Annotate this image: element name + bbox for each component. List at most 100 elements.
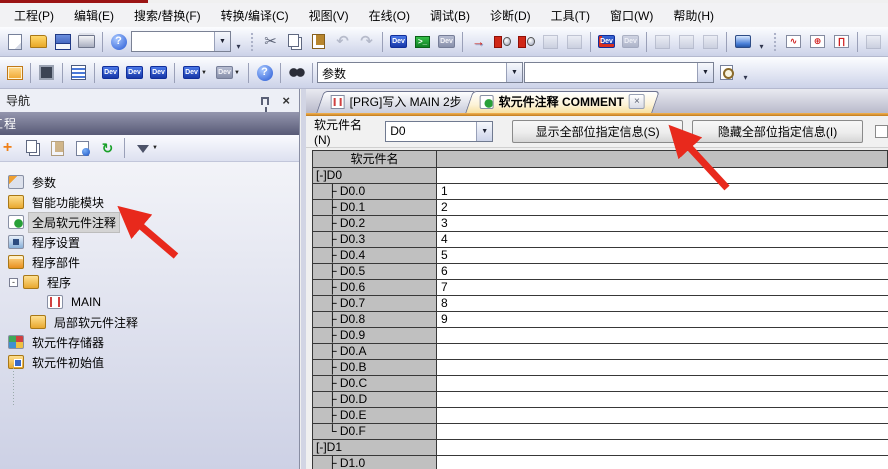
device-name-cell[interactable]: ├ D0.3 [313,232,437,247]
menu-item-2[interactable]: 搜索/替换(F) [124,3,211,28]
cross-reference-button[interactable] [285,61,308,84]
comment-cell[interactable]: 9 [437,312,888,327]
device-monitor-button[interactable]: Dev [595,30,618,53]
sampling-trace-button[interactable] [862,30,885,53]
option-checkbox[interactable] [875,125,888,138]
write-verify-button[interactable] [515,30,538,53]
device-name-cell[interactable]: ├ D0.D [313,392,437,407]
device-name-cell[interactable]: ├ D0.0 [313,184,437,199]
comment-cell[interactable] [437,376,888,391]
monitor-wave-button[interactable]: ∿ [782,30,805,53]
statement-list-button[interactable] [67,61,90,84]
menu-item-8[interactable]: 工具(T) [541,3,600,28]
device-name-cell[interactable]: ├ D0.E [313,408,437,423]
device-find-button[interactable]: Dev [387,30,410,53]
tree-item-main[interactable]: MAIN [0,292,298,312]
menu-item-0[interactable]: 工程(P) [4,3,64,28]
monitor-crosshair-button[interactable]: ⊕ [806,30,829,53]
comment-cell[interactable]: 5 [437,248,888,263]
comment-cell[interactable]: 1 [437,184,888,199]
display-target-button[interactable] [715,61,738,84]
condition-combo[interactable]: ▼ [524,62,714,83]
comment-cell[interactable]: 8 [437,296,888,311]
toolbar2-overflow[interactable]: ▾ [739,61,752,84]
tree-item-local-device-comment[interactable]: 局部软元件注释 [0,312,298,332]
tree-item-parameter[interactable]: 参数 [0,172,298,192]
device-name-cell[interactable]: ├ D0.B [313,360,437,375]
tree-item-program[interactable]: -程序 [0,272,298,292]
read-from-plc-button[interactable] [491,30,514,53]
menu-item-6[interactable]: 调试(B) [420,3,480,28]
chevron-down-icon[interactable]: ▼ [697,63,713,82]
nav-add-button[interactable]: + [0,137,19,160]
monitor-pulse-button[interactable]: ∏ [830,30,853,53]
comment-cell[interactable] [437,440,888,455]
device-name-cell[interactable]: ├ D0.8 [313,312,437,327]
device-name-cell[interactable]: ├ D0.A [313,344,437,359]
device-comment-button[interactable]: Dev [99,61,122,84]
tree-item-global-device-comment[interactable]: 全局软元件注释 [0,212,298,232]
menu-item-1[interactable]: 编辑(E) [64,3,124,28]
program-check-button[interactable] [675,30,698,53]
tree-item-pou[interactable]: 程序部件 [0,252,298,272]
new-project-button[interactable] [3,30,26,53]
device-name-cell[interactable]: ├ D1.0 [313,456,437,469]
comment-cell[interactable]: 7 [437,280,888,295]
nav-paste-button[interactable] [46,137,69,160]
remote-operation-button[interactable] [731,30,754,53]
tree-item-device-initial-value[interactable]: 软元件初始值 [0,352,298,372]
tree-item-program-setting[interactable]: 程序设置 [0,232,298,252]
comment-cell[interactable] [437,456,888,469]
navigation-window-button[interactable] [3,61,26,84]
toolbar1-overflow-2[interactable]: ▾ [755,30,768,53]
help-button[interactable]: ? [107,30,130,53]
tree-item-intelligent-function-module[interactable]: 智能功能模块 [0,192,298,212]
tab-prg-main[interactable]: [PRG]写入 MAIN 2步 [316,91,477,113]
comment-cell[interactable] [437,168,888,183]
redo-button[interactable]: ↷ [355,30,378,53]
pin-icon[interactable] [261,97,269,105]
comment-cell[interactable] [437,392,888,407]
tree-item-device-memory[interactable]: 软元件存储器 [0,332,298,352]
comment-cell[interactable]: 4 [437,232,888,247]
device-memory-button[interactable]: Dev [123,61,146,84]
device-name-cell[interactable]: ├ D0.7 [313,296,437,311]
open-project-button[interactable] [27,30,50,53]
device-name-cell[interactable]: ├ D0.9 [313,328,437,343]
device-name-cell[interactable]: ├ D0.1 [313,200,437,215]
comment-cell[interactable] [437,344,888,359]
device-hex-button[interactable]: Dev [435,30,458,53]
quick-find-combo[interactable]: ▼ [131,31,231,52]
nav-sort-filter-button[interactable]: ▼ [130,137,162,160]
plc-diag-button[interactable] [563,30,586,53]
target-combo[interactable]: 参数▼ [317,62,523,83]
tree-expander-icon[interactable]: - [9,278,18,287]
device-edit-button[interactable]: Dev [619,30,642,53]
module-configuration-button[interactable] [35,61,58,84]
close-icon[interactable]: × [279,93,293,108]
menu-item-5[interactable]: 在线(O) [359,3,420,28]
tab-device-comment[interactable]: 软元件注释 COMMENT × [465,91,660,113]
chevron-down-icon[interactable]: ▼ [214,32,230,51]
toolbar1-overflow[interactable]: ▾ [232,30,245,53]
window-cascade-button[interactable] [699,30,722,53]
device-search-button[interactable]: Dev▼ [212,61,244,84]
comment-cell[interactable] [437,328,888,343]
nav-data-info-button[interactable] [71,137,94,160]
device-name-cell[interactable]: └ D0.F [313,424,437,439]
nav-refresh-button[interactable]: ↻ [96,137,119,160]
tab-close-icon[interactable]: × [629,94,645,109]
comment-cell[interactable]: 2 [437,200,888,215]
copy-button[interactable] [283,30,306,53]
save-project-button[interactable] [51,30,74,53]
paste-button[interactable] [307,30,330,53]
hide-all-bits-button[interactable]: 隐藏全部位指定信息(I) [692,120,863,143]
nav-copy-button[interactable] [21,137,44,160]
menu-item-10[interactable]: 帮助(H) [663,3,724,28]
undo-button[interactable]: ↶ [331,30,354,53]
menu-item-3[interactable]: 转换/编译(C) [211,3,299,28]
write-to-plc-button[interactable]: → [467,30,490,53]
comment-cell[interactable] [437,408,888,423]
comment-display-button[interactable] [651,30,674,53]
cut-button[interactable]: ✂ [259,30,282,53]
